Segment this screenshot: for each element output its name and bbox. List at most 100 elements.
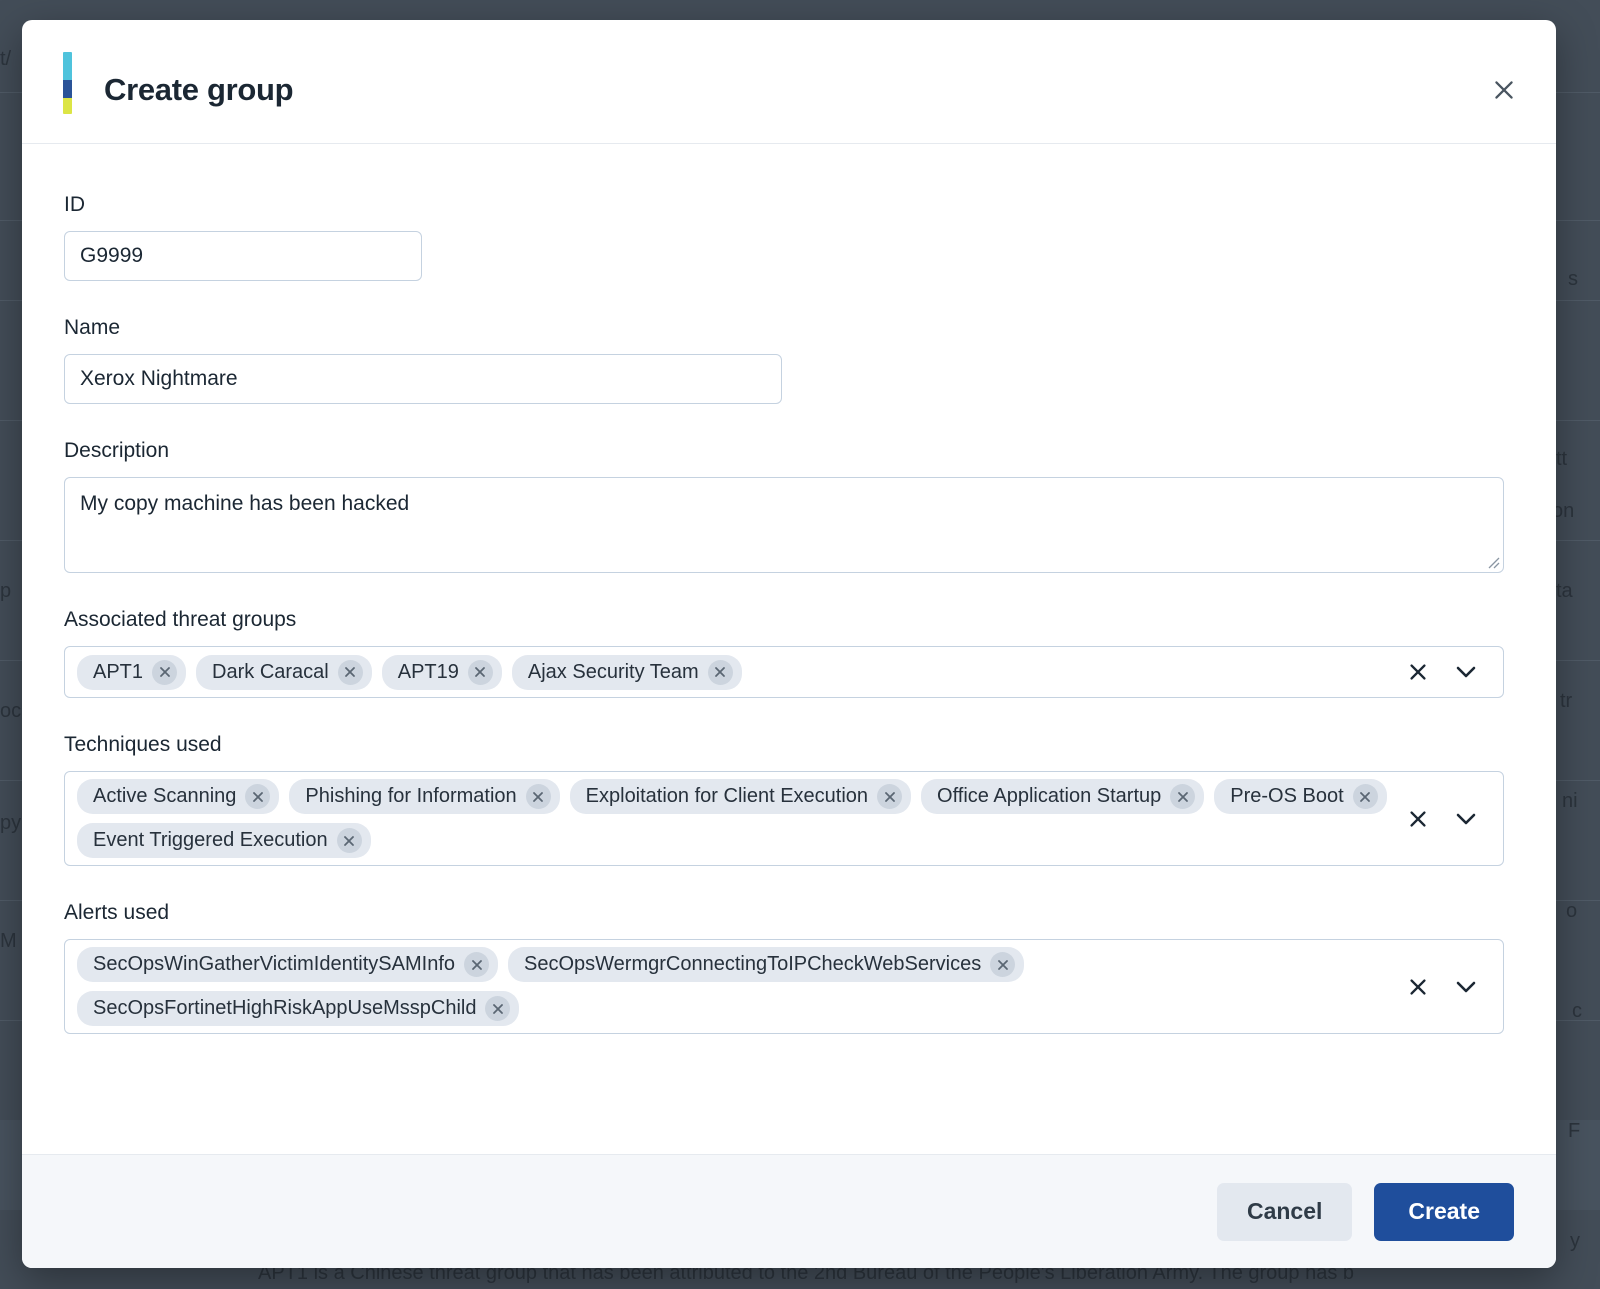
chip: Pre-OS Boot [1214, 779, 1387, 814]
associated-threat-groups-actions [1387, 659, 1495, 685]
backdrop-text-fragment: tr [1560, 690, 1573, 712]
chip-label: SecOpsWinGatherVictimIdentitySAMInfo [93, 953, 455, 975]
chevron-down-icon [1456, 981, 1476, 992]
field-id: ID [64, 192, 1514, 281]
alerts-used-multiselect[interactable]: SecOpsWinGatherVictimIdentitySAMInfo SecO… [64, 939, 1504, 1034]
chip-label: SecOpsWermgrConnectingToIPCheckWebServic… [524, 953, 982, 975]
chip: SecOpsWinGatherVictimIdentitySAMInfo [77, 947, 498, 982]
close-icon [475, 667, 486, 677]
techniques-used-chip-list: Active Scanning Phishing for Information E… [77, 779, 1387, 858]
alerts-used-label: Alerts used [64, 901, 170, 924]
close-icon [1410, 810, 1426, 827]
chevron-down-icon [1456, 813, 1476, 824]
create-group-dialog: Create group ID Name Description [22, 20, 1556, 1268]
expand-techniques-used-button[interactable] [1453, 806, 1479, 832]
backdrop-text-fragment: oc [0, 700, 22, 722]
description-label: Description [64, 439, 170, 462]
clear-alerts-used-button[interactable] [1405, 974, 1431, 1000]
field-techniques-used: Techniques used Active Scanning Phishing … [64, 732, 1514, 866]
chip-remove-button[interactable] [152, 659, 178, 685]
chip: Event Triggered Execution [77, 823, 371, 858]
chip-label: Event Triggered Execution [93, 829, 328, 851]
dialog-footer: Cancel Create [22, 1154, 1556, 1268]
field-name: Name [64, 315, 1514, 404]
clear-techniques-used-button[interactable] [1405, 806, 1431, 832]
backdrop-text-fragment: o [1566, 900, 1578, 922]
backdrop-text-fragment: c [1572, 1000, 1582, 1022]
chip-remove-button[interactable] [337, 659, 363, 685]
backdrop-text-fragment: s [1568, 268, 1578, 290]
description-textarea[interactable] [64, 477, 1504, 573]
close-icon [1177, 791, 1188, 802]
chevron-down-icon [1456, 666, 1476, 678]
accent-segment-cyan [63, 52, 72, 80]
chip-remove-button[interactable] [877, 784, 903, 809]
chip-remove-button[interactable] [485, 996, 511, 1021]
chip-remove-button[interactable] [1352, 784, 1378, 809]
backdrop-text-fragment: t/ [0, 48, 12, 70]
close-icon [884, 791, 895, 802]
chip-label: Dark Caracal [212, 660, 329, 683]
close-icon [493, 1003, 503, 1014]
chip: SecOpsWermgrConnectingToIPCheckWebServic… [508, 947, 1025, 982]
dialog-title: Create group [104, 72, 294, 107]
chip-remove-button[interactable] [990, 952, 1016, 977]
backdrop-text-fragment: p [0, 580, 12, 602]
backdrop-text-fragment: ta [1556, 580, 1573, 602]
chip: APT19 [381, 654, 502, 690]
clear-associated-threat-groups-button[interactable] [1405, 659, 1431, 685]
chip-label: SecOpsFortinetHighRiskAppUseMsspChild [93, 997, 477, 1019]
backdrop-text-fragment: tt [1556, 448, 1568, 470]
close-icon [1410, 664, 1426, 680]
close-icon [997, 959, 1008, 970]
chip-remove-button[interactable] [336, 828, 362, 853]
field-description: Description [64, 438, 1514, 573]
chip-label: Exploitation for Client Execution [585, 785, 869, 807]
techniques-used-actions [1387, 806, 1495, 832]
close-icon [344, 835, 354, 846]
close-icon [715, 667, 726, 677]
expand-associated-threat-groups-button[interactable] [1453, 659, 1479, 685]
id-label: ID [64, 193, 85, 216]
chip-remove-button[interactable] [1170, 784, 1196, 809]
chip-remove-button[interactable] [707, 659, 733, 685]
chip-label: Phishing for Information [305, 785, 517, 807]
create-button[interactable]: Create [1374, 1182, 1514, 1241]
close-icon [533, 791, 544, 802]
backdrop-text-fragment: F [1568, 1120, 1581, 1142]
chip-remove-button[interactable] [525, 784, 551, 809]
chip: Phishing for Information [289, 779, 560, 814]
associated-threat-groups-label: Associated threat groups [64, 608, 297, 631]
expand-alerts-used-button[interactable] [1453, 974, 1479, 1000]
close-icon [159, 667, 170, 677]
name-input[interactable] [64, 354, 782, 404]
backdrop-text-fragment: py [0, 812, 22, 834]
chip-label: Active Scanning [93, 785, 237, 807]
close-icon [253, 791, 263, 802]
chip-label: APT19 [397, 660, 459, 683]
techniques-used-label: Techniques used [64, 733, 222, 756]
close-icon [471, 959, 482, 970]
chip-remove-button[interactable] [467, 659, 493, 685]
accent-segment-blue [63, 79, 72, 99]
close-icon [1410, 978, 1426, 995]
chip-label: Office Application Startup [937, 785, 1162, 807]
chip-remove-button[interactable] [464, 952, 489, 977]
chip-remove-button[interactable] [245, 784, 271, 809]
chip: APT1 [77, 654, 187, 690]
dialog-header: Create group [22, 20, 1556, 144]
associated-threat-groups-chip-list: APT1 Dark Caracal APT19 Ajax Security Team [77, 654, 1387, 690]
associated-threat-groups-multiselect[interactable]: APT1 Dark Caracal APT19 Ajax Security Team [64, 646, 1504, 698]
close-dialog-button[interactable] [1482, 68, 1526, 112]
alerts-used-actions [1387, 974, 1495, 1000]
techniques-used-multiselect[interactable]: Active Scanning Phishing for Information E… [64, 771, 1504, 866]
chip-label: Pre-OS Boot [1230, 785, 1344, 807]
chip: Office Application Startup [921, 779, 1205, 814]
cancel-button[interactable]: Cancel [1216, 1182, 1353, 1241]
close-icon [345, 667, 356, 677]
chip: Dark Caracal [196, 654, 372, 690]
field-associated-threat-groups: Associated threat groups APT1 Dark Caraca… [64, 607, 1514, 698]
id-input[interactable] [64, 231, 422, 281]
name-label: Name [64, 316, 121, 339]
dialog-body: ID Name Description Associated threat gr… [22, 144, 1556, 1154]
